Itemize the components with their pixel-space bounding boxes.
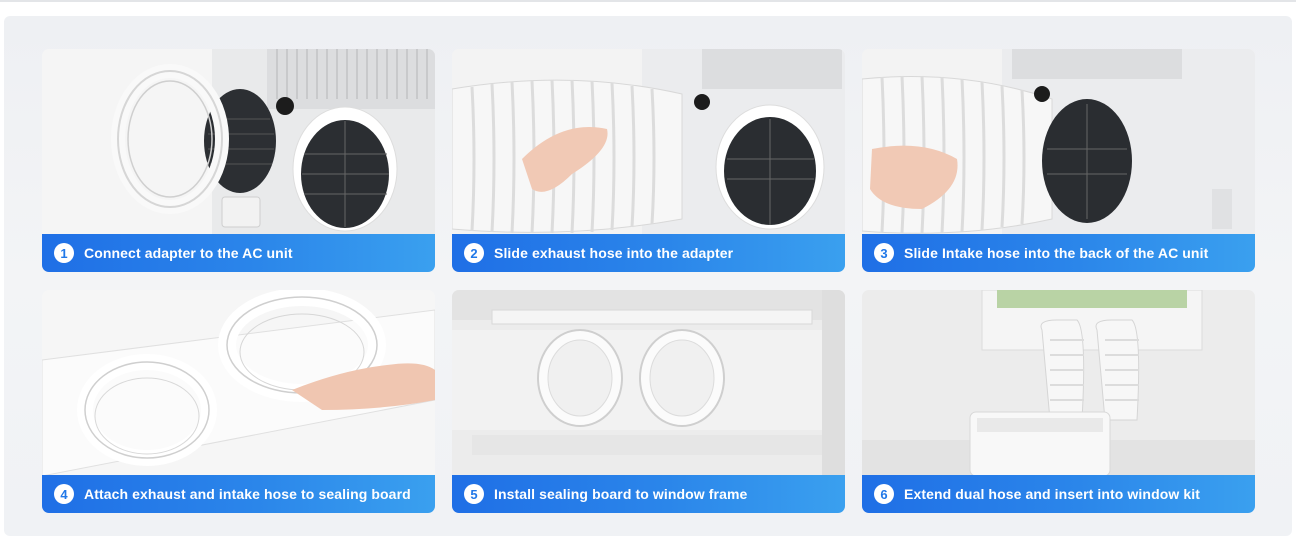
- step-2-label: Slide exhaust hose into the adapter: [494, 245, 734, 261]
- step-4-number-badge: 4: [54, 484, 74, 504]
- step-6-caption: 6 Extend dual hose and insert into windo…: [862, 475, 1255, 513]
- step-3-label: Slide Intake hose into the back of the A…: [904, 245, 1209, 261]
- step-5-number-badge: 5: [464, 484, 484, 504]
- top-divider: [0, 0, 1296, 2]
- step-2-number-badge: 2: [464, 243, 484, 263]
- step-card-2: 2 Slide exhaust hose into the adapter: [452, 49, 845, 272]
- step-4-caption: 4 Attach exhaust and intake hose to seal…: [42, 475, 435, 513]
- step-card-3: 3 Slide Intake hose into the back of the…: [862, 49, 1255, 272]
- step-2-caption: 2 Slide exhaust hose into the adapter: [452, 234, 845, 272]
- step-1-number-badge: 1: [54, 243, 74, 263]
- step-6-label: Extend dual hose and insert into window …: [904, 486, 1200, 502]
- step-card-4: 4 Attach exhaust and intake hose to seal…: [42, 290, 435, 513]
- step-6-photo: [862, 290, 1255, 476]
- step-3-caption: 3 Slide Intake hose into the back of the…: [862, 234, 1255, 272]
- step-5-caption: 5 Install sealing board to window frame: [452, 475, 845, 513]
- step-1-caption: 1 Connect adapter to the AC unit: [42, 234, 435, 272]
- step-2-photo: [452, 49, 845, 235]
- step-card-6: 6 Extend dual hose and insert into windo…: [862, 290, 1255, 513]
- step-5-label: Install sealing board to window frame: [494, 486, 748, 502]
- step-3-photo: [862, 49, 1255, 235]
- step-card-5: 5 Install sealing board to window frame: [452, 290, 845, 513]
- step-3-number-badge: 3: [874, 243, 894, 263]
- step-4-label: Attach exhaust and intake hose to sealin…: [84, 486, 411, 502]
- step-4-photo: [42, 290, 435, 476]
- installation-steps-panel: 1 Connect adapter to the AC unit 2 Slide…: [4, 16, 1292, 536]
- step-6-number-badge: 6: [874, 484, 894, 504]
- step-1-label: Connect adapter to the AC unit: [84, 245, 293, 261]
- step-5-photo: [452, 290, 845, 476]
- step-card-1: 1 Connect adapter to the AC unit: [42, 49, 435, 272]
- step-1-photo: [42, 49, 435, 235]
